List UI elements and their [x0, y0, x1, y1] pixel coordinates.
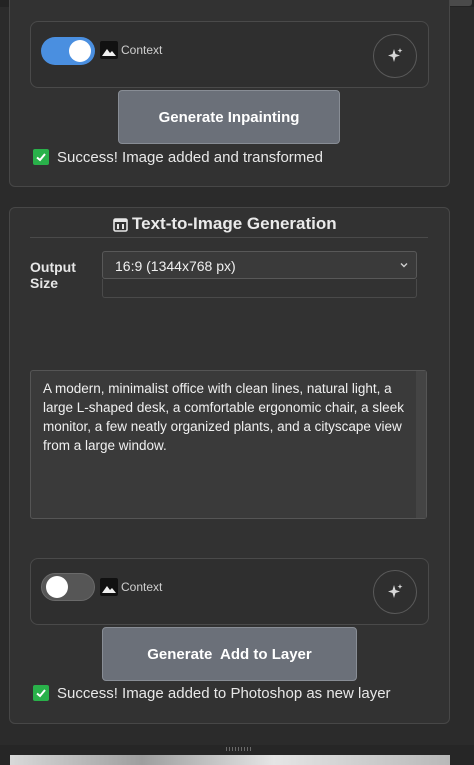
success-check-icon [33, 685, 49, 701]
sparkle-icon [388, 48, 403, 62]
toggle-knob [69, 40, 91, 62]
inpainting-status-text: Success! Image added and transformed [57, 149, 323, 166]
context-label: Context [121, 43, 163, 57]
title-divider [30, 237, 428, 238]
output-size-label-line2: Size [30, 275, 59, 291]
output-size-selected: 16:9 (1344x768 px) [115, 258, 236, 274]
output-size-dropdown-frame [102, 279, 417, 298]
canvas-preview-strip [10, 755, 450, 765]
section-title-text: Text-to-Image Generation [132, 214, 337, 233]
context-toggle[interactable] [41, 573, 95, 601]
success-check-icon [33, 149, 49, 165]
context-label: Context [121, 580, 163, 594]
image-icon [100, 41, 118, 59]
section-title: Text-to-Image Generation [113, 214, 337, 234]
chevron-down-icon [400, 263, 408, 268]
resize-grip-icon[interactable] [226, 747, 252, 751]
prompt-text: A modern, minimalist office with clean l… [43, 381, 404, 453]
sparkle-icon [388, 584, 403, 598]
inpainting-controls-row: Context [30, 21, 429, 88]
generation-controls-row: Context [30, 558, 429, 625]
bottom-panel-resizer[interactable] [0, 745, 474, 765]
generation-status-text: Success! Image added to Photoshop as new… [57, 685, 391, 702]
output-size-label: Output Size [30, 259, 76, 291]
output-size-select[interactable]: 16:9 (1344x768 px) [102, 251, 417, 279]
generate-add-to-layer-button[interactable]: Generate Add to Layer [102, 627, 357, 681]
magic-sparkle-button[interactable] [373, 570, 417, 614]
image-icon [100, 578, 118, 596]
toggle-knob [46, 576, 68, 598]
prompt-scrollbar[interactable] [416, 371, 426, 518]
image-generation-icon [113, 217, 128, 232]
prompt-textarea[interactable]: A modern, minimalist office with clean l… [30, 370, 427, 519]
context-toggle[interactable] [41, 37, 95, 65]
magic-sparkle-button[interactable] [373, 34, 417, 78]
output-size-label-line1: Output [30, 259, 76, 275]
generate-inpainting-button[interactable]: Generate Inpainting [118, 90, 340, 144]
